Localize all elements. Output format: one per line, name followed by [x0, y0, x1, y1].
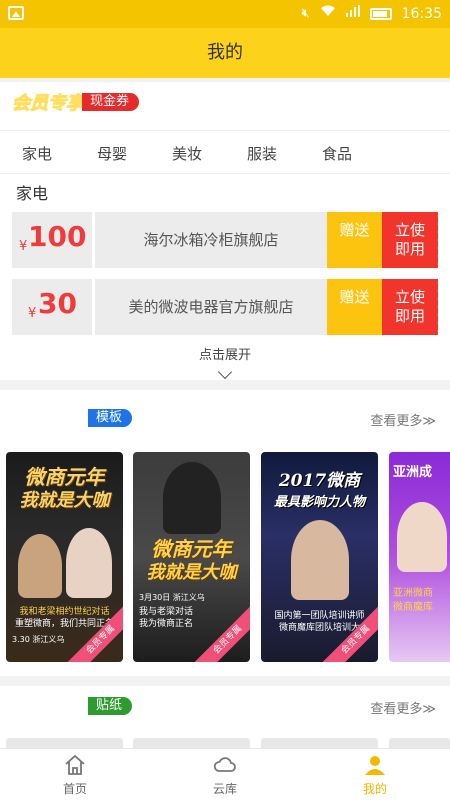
poster-subtitle: 我就是大咖	[19, 490, 110, 511]
gallery-notification-icon	[8, 6, 24, 20]
page-title: 我的	[0, 28, 450, 78]
sticker-more-link[interactable]: 查看更多≫	[370, 698, 436, 717]
chevron-down-icon	[217, 364, 233, 380]
template-poster[interactable]: 2017微商 最具影响力人物 国内第一团队培训讲师 微商魔库团队培训大 会员专属	[261, 452, 378, 662]
gift-button[interactable]: 赠送	[327, 279, 382, 335]
signal-icon	[345, 5, 360, 22]
coupon-card[interactable]: ¥ 100 海尔冰箱冷柜旗舰店 赠送 立使即用	[12, 212, 440, 268]
coupon-amount: 30	[38, 287, 77, 320]
wifi-icon	[320, 5, 336, 22]
current-category-label: 家电	[16, 184, 49, 203]
category-tab[interactable]: 美妆	[172, 143, 202, 164]
vip-badge: 会员专享	[12, 93, 85, 115]
expand-label: 点击展开	[198, 348, 251, 363]
poster-title: 微商元年	[151, 537, 232, 561]
mute-icon: 🔇︎	[301, 5, 310, 21]
poster-person-image	[397, 502, 447, 572]
tab-home[interactable]: 首页	[0, 749, 150, 800]
poster-caption: 国内第一团队培训讲师	[274, 611, 365, 621]
coupon-card[interactable]: ¥ 30 美的微波电器官方旗舰店 赠送 立使即用	[12, 279, 440, 335]
poster-caption: 微商魔库	[393, 602, 433, 613]
poster-person-image	[291, 520, 349, 600]
category-tab[interactable]: 母婴	[97, 143, 127, 164]
use-label: 立使即用	[394, 288, 425, 325]
vip-badge: 会员专享	[18, 409, 91, 431]
template-poster[interactable]: 微商元年 我就是大咖 3月30日 浙江义乌 我与老梁对话 我为微商正名 会员专属	[133, 452, 250, 662]
battery-icon	[369, 7, 392, 20]
poster-title: 微商元年	[24, 465, 105, 489]
sticker-tag: 贴纸	[88, 697, 133, 715]
coupon-store-name: 海尔冰箱冷柜旗舰店	[95, 212, 327, 268]
template-section-header: 会员专享 模板	[18, 406, 133, 431]
category-tab[interactable]: 食品	[322, 143, 352, 164]
coupon-value: ¥ 100	[12, 212, 92, 268]
poster-title: 亚洲成	[393, 465, 433, 480]
bottom-tab-bar: 首页 云库 我的	[0, 748, 450, 800]
gift-label: 赠送	[339, 221, 370, 239]
currency-symbol: ¥	[19, 239, 28, 254]
category-tab[interactable]: 服装	[247, 143, 277, 164]
expand-button[interactable]: 点击展开	[0, 344, 450, 380]
person-icon	[365, 756, 385, 775]
vip-badge: 会员专享	[18, 697, 91, 719]
template-tag: 模板	[88, 409, 133, 427]
coupon-tag: 现金券	[82, 93, 140, 111]
use-now-button[interactable]: 立使即用	[382, 279, 440, 335]
use-now-button[interactable]: 立使即用	[382, 212, 440, 268]
coupon-section-header: 会员专享 现金券	[12, 90, 140, 115]
tab-me[interactable]: 我的	[300, 749, 450, 800]
category-tab[interactable]: 家电	[22, 143, 52, 164]
coupon-section: 会员专享 现金券 家电 母婴 美妆 服装 食品 家电 ¥ 100 海尔冰箱冷柜旗…	[0, 82, 450, 380]
poster-subtitle: 最具影响力人物	[273, 495, 365, 510]
poster-subtitle: 我就是大咖	[146, 562, 237, 583]
template-poster[interactable]: 微商元年 我就是大咖 我和老梁相约世纪对话 重塑微商，我们共同正名 3.30 浙…	[6, 452, 123, 662]
sticker-section-header: 会员专享 贴纸	[18, 694, 133, 719]
status-bar: 🔇︎ 16:35	[0, 0, 450, 28]
tab-label: 云库	[212, 782, 237, 796]
template-poster[interactable]: 亚洲成 亚洲微商 微商魔库	[389, 452, 450, 662]
coupon-value: ¥ 30	[12, 279, 92, 335]
coupon-amount: 100	[28, 220, 87, 253]
coupon-store-name: 美的微波电器官方旗舰店	[95, 279, 327, 335]
tab-label: 我的	[362, 782, 387, 796]
home-icon	[65, 754, 85, 775]
poster-title: 2017微商	[278, 471, 361, 491]
poster-person-image	[66, 528, 112, 598]
poster-person-image	[18, 534, 62, 598]
tab-cloud[interactable]: 云库	[150, 749, 300, 800]
tab-label: 首页	[62, 782, 87, 796]
poster-caption: 我与老梁对话	[139, 607, 194, 617]
poster-caption: 我和老梁相约世纪对话	[19, 607, 110, 617]
cloud-icon	[213, 757, 236, 772]
category-tabs: 家电 母婴 美妆 服装 食品	[0, 130, 450, 174]
poster-meta: 3月30日 浙江义乌	[139, 593, 205, 602]
gift-button[interactable]: 赠送	[327, 212, 382, 268]
status-time: 16:35	[401, 5, 442, 22]
currency-symbol: ¥	[28, 306, 37, 321]
template-more-link[interactable]: 查看更多≫	[370, 410, 436, 429]
poster-person-image	[163, 462, 221, 534]
poster-caption: 亚洲微商	[393, 588, 433, 599]
gift-label: 赠送	[339, 288, 370, 306]
use-label: 立使即用	[394, 221, 425, 258]
